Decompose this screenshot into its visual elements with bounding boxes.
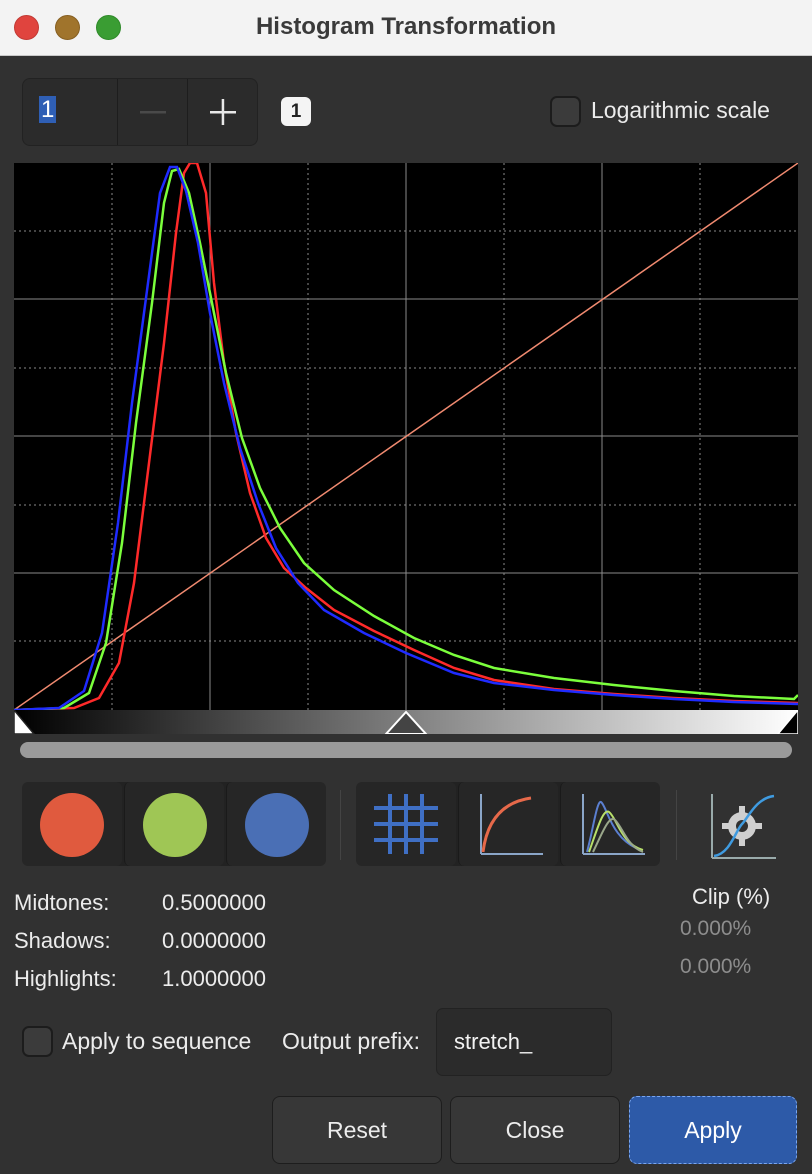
midtones-value[interactable]: 0.5000000 — [162, 890, 266, 916]
highlights-label: Highlights: — [14, 966, 117, 991]
apply-to-sequence-checkbox[interactable] — [22, 1026, 53, 1057]
reset-button[interactable]: Reset — [272, 1096, 442, 1164]
green-channel-button[interactable] — [124, 782, 224, 866]
highlights-cursor — [777, 710, 798, 734]
clip-high-value: 0.000% — [680, 955, 752, 978]
plus-icon — [210, 99, 236, 125]
shadows-cursor — [14, 710, 35, 734]
highlights-value[interactable]: 1.0000000 — [162, 966, 266, 992]
close-button[interactable]: Close — [450, 1096, 620, 1164]
shadows-value[interactable]: 0.0000000 — [162, 928, 266, 954]
midtones-cursor — [384, 710, 428, 734]
title-bar: Histogram Transformation — [0, 0, 812, 56]
window-title: Histogram Transformation — [255, 13, 557, 40]
red-dot-icon — [40, 793, 104, 857]
log-scale-checkbox[interactable] — [550, 96, 581, 127]
blue-dot-icon — [245, 793, 309, 857]
green-dot-icon — [143, 793, 207, 857]
output-prefix-input[interactable] — [436, 1008, 612, 1076]
output-prefix-label: Output prefix: — [282, 1028, 421, 1054]
clip-title: Clip (%) — [692, 884, 771, 909]
display-toggle-group — [356, 782, 660, 866]
curve-toggle-button[interactable] — [458, 782, 558, 866]
grid-toggle-button[interactable] — [356, 782, 456, 866]
zoom-spinbox: 1 — [22, 78, 258, 146]
apply-to-sequence-label: Apply to sequence — [62, 1028, 252, 1054]
zoom-value[interactable]: 1 — [39, 95, 57, 125]
horizontal-scrollbar[interactable] — [20, 742, 792, 758]
apply-button[interactable]: Apply — [629, 1096, 797, 1164]
cursor-gradient-bar[interactable] — [14, 710, 798, 734]
minus-icon — [140, 111, 166, 114]
zoom-increment-button[interactable] — [188, 79, 258, 145]
channel-toggle-group — [22, 782, 326, 866]
zoom-decrement-button[interactable] — [118, 79, 187, 145]
histogram-plot[interactable] — [14, 163, 798, 710]
zoom-badge: 1 — [281, 97, 311, 126]
curve-icon — [480, 794, 543, 855]
auto-stretch-button[interactable] — [696, 782, 786, 866]
clip-low-value: 0.000% — [680, 917, 752, 940]
midtones-label: Midtones: — [14, 890, 110, 915]
blue-channel-button[interactable] — [226, 782, 326, 866]
shadows-label: Shadows: — [14, 928, 111, 953]
log-scale-label: Logarithmic scale — [591, 97, 770, 123]
histogram-overlay-icon — [582, 794, 645, 855]
histogram-overlay-toggle-button[interactable] — [560, 782, 660, 866]
grid-icon — [374, 794, 438, 854]
red-channel-button[interactable] — [22, 782, 122, 866]
auto-stretch-gear-icon — [711, 794, 776, 859]
